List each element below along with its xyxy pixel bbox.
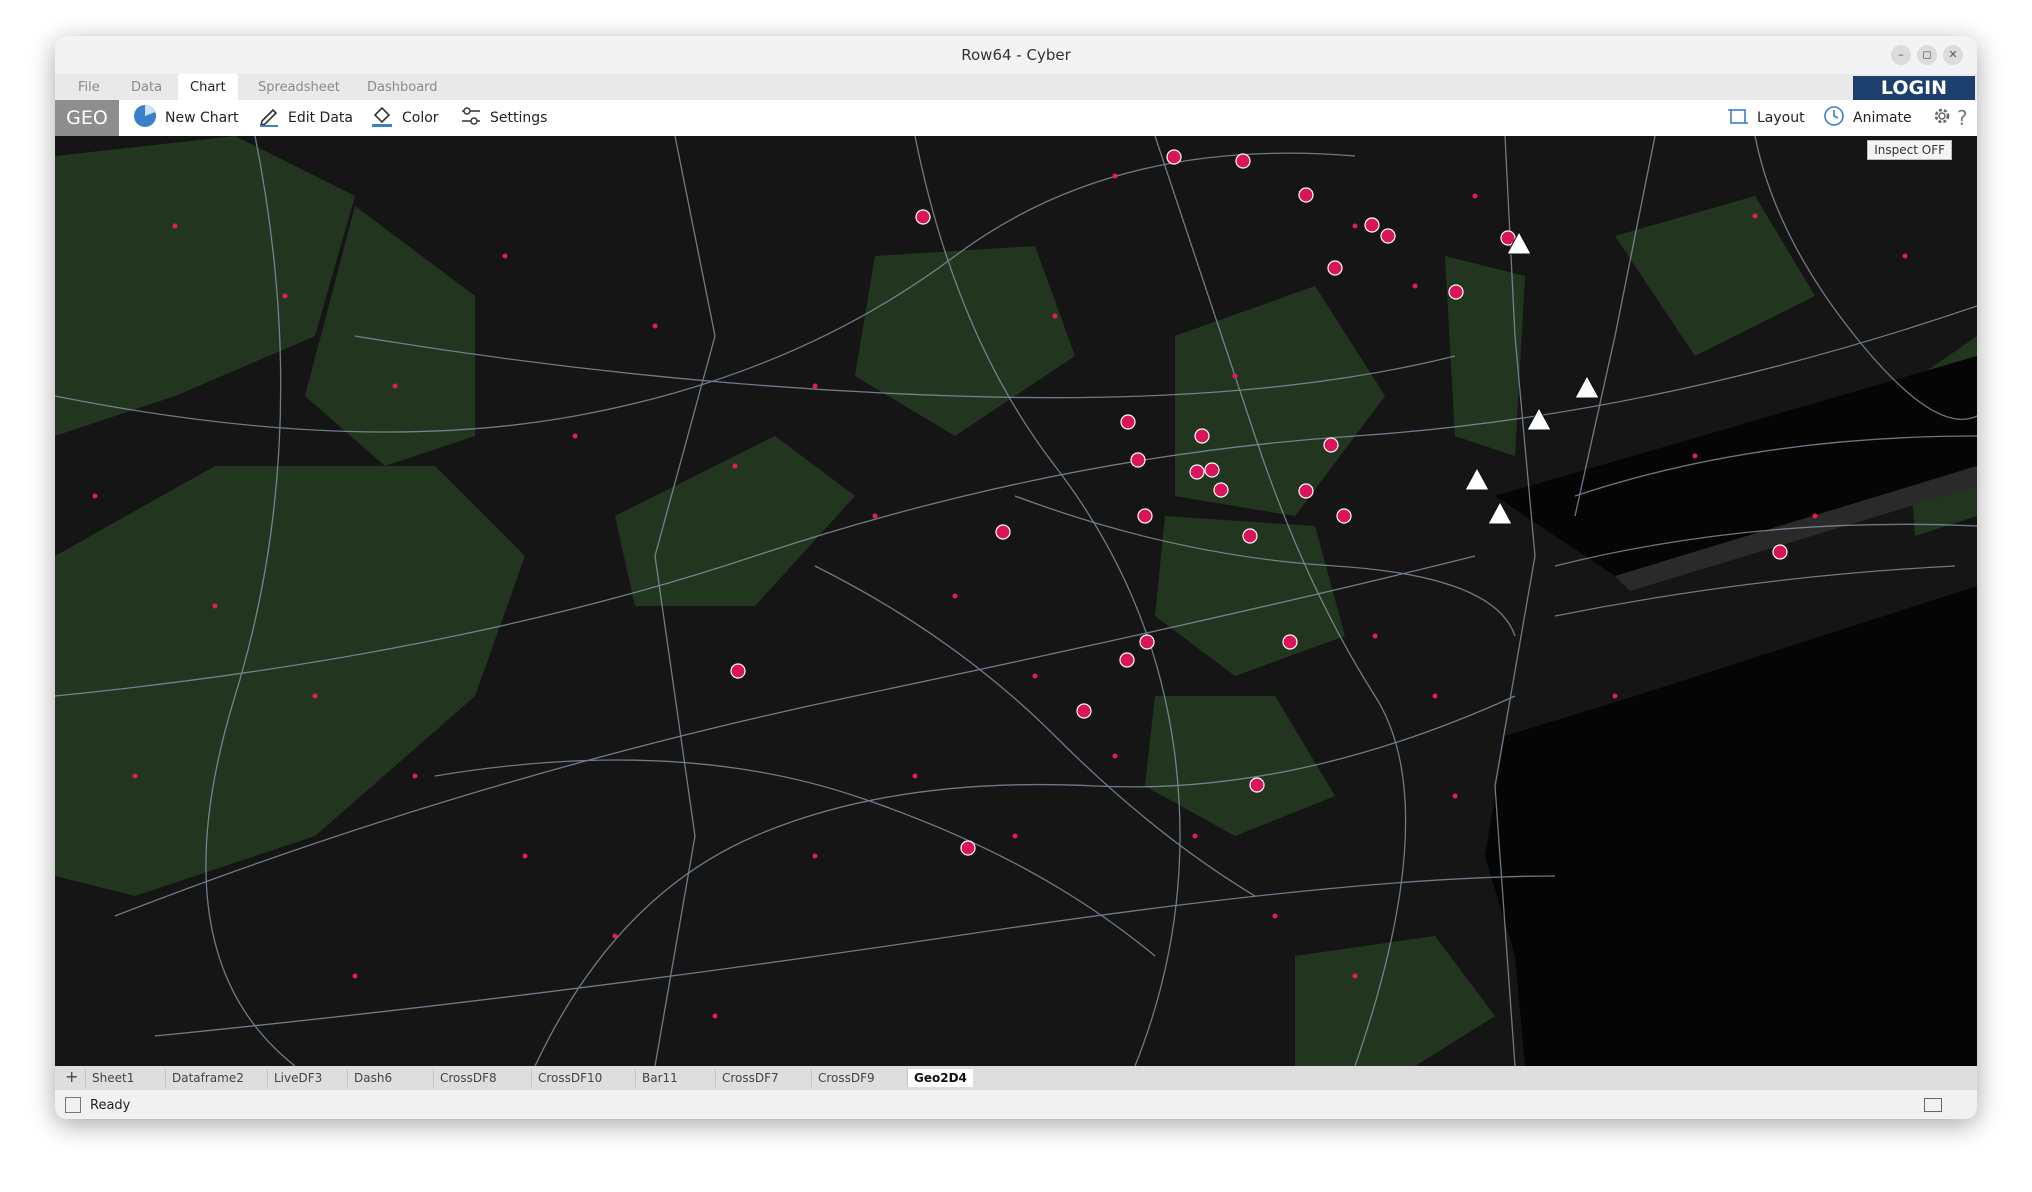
gear-icon (1931, 105, 1953, 131)
sheet-tab[interactable]: CrossDF9 (811, 1069, 881, 1087)
maximize-button[interactable]: ◻ (1917, 45, 1937, 65)
color-button[interactable]: Color (370, 100, 439, 136)
geo-map[interactable]: Inspect OFF (55, 136, 1977, 1066)
sheet-tab[interactable]: CrossDF7 (715, 1069, 785, 1087)
layout-button[interactable]: Layout (1727, 100, 1805, 136)
animate-button[interactable]: Animate (1823, 100, 1912, 136)
sheet-tab[interactable]: Dataframe2 (165, 1069, 250, 1087)
tab-dashboard[interactable]: Dashboard (367, 80, 438, 95)
sheet-tab[interactable]: LiveDF3 (267, 1069, 328, 1087)
tab-spreadsheet[interactable]: Spreadsheet (258, 80, 340, 95)
toolbar: GEO New Chart Edit Data Color Settings L… (55, 100, 1977, 136)
new-chart-button[interactable]: New Chart (133, 100, 238, 136)
pie-chart-icon (133, 104, 157, 132)
sliders-icon (460, 105, 482, 131)
add-sheet-button[interactable]: + (59, 1069, 84, 1087)
settings-label: Settings (490, 110, 548, 126)
pencil-icon (258, 105, 280, 131)
log-icon[interactable] (65, 1097, 81, 1113)
tab-data[interactable]: Data (131, 80, 162, 95)
menu-bar: File Data Chart Spreadsheet Dashboard LO… (55, 74, 1977, 100)
sheet-tab-active[interactable]: Geo2D4 (907, 1069, 973, 1087)
gear-button[interactable] (1931, 100, 1953, 136)
status-bar: Ready (55, 1090, 1977, 1119)
edit-data-button[interactable]: Edit Data (258, 100, 353, 136)
sheet-tab[interactable]: CrossDF10 (531, 1069, 608, 1087)
clock-icon (1823, 105, 1845, 131)
help-icon[interactable]: ? (1957, 100, 1968, 136)
sheet-tab[interactable]: Sheet1 (85, 1069, 140, 1087)
tab-file[interactable]: File (78, 80, 100, 95)
sheet-tab[interactable]: Dash6 (347, 1069, 398, 1087)
sheet-tab[interactable]: Bar11 (635, 1069, 684, 1087)
new-chart-label: New Chart (165, 110, 239, 126)
app-window: Row64 - Cyber – ◻ ✕ File Data Chart Spre… (55, 36, 1977, 1119)
login-button[interactable]: LOGIN (1853, 76, 1975, 100)
geo-label: GEO (55, 100, 119, 136)
panel-toggle-icon[interactable] (1924, 1098, 1942, 1112)
map-canvas (55, 136, 1977, 1066)
color-label: Color (402, 110, 439, 126)
status-text: Ready (90, 1098, 131, 1113)
sheet-tab[interactable]: CrossDF8 (433, 1069, 503, 1087)
close-button[interactable]: ✕ (1943, 45, 1963, 65)
layout-label: Layout (1757, 110, 1805, 126)
settings-button[interactable]: Settings (460, 100, 547, 136)
title-bar: Row64 - Cyber – ◻ ✕ (55, 36, 1977, 74)
window-title: Row64 - Cyber (961, 46, 1071, 64)
layout-icon (1727, 105, 1749, 131)
inspect-toggle[interactable]: Inspect OFF (1867, 140, 1952, 160)
paint-bucket-icon (370, 105, 394, 131)
tab-chart[interactable]: Chart (178, 74, 238, 100)
animate-label: Animate (1853, 110, 1912, 126)
minimize-button[interactable]: – (1891, 45, 1911, 65)
sheet-tab-bar: + Sheet1 Dataframe2 LiveDF3 Dash6 CrossD… (55, 1066, 1977, 1090)
edit-data-label: Edit Data (288, 110, 353, 126)
